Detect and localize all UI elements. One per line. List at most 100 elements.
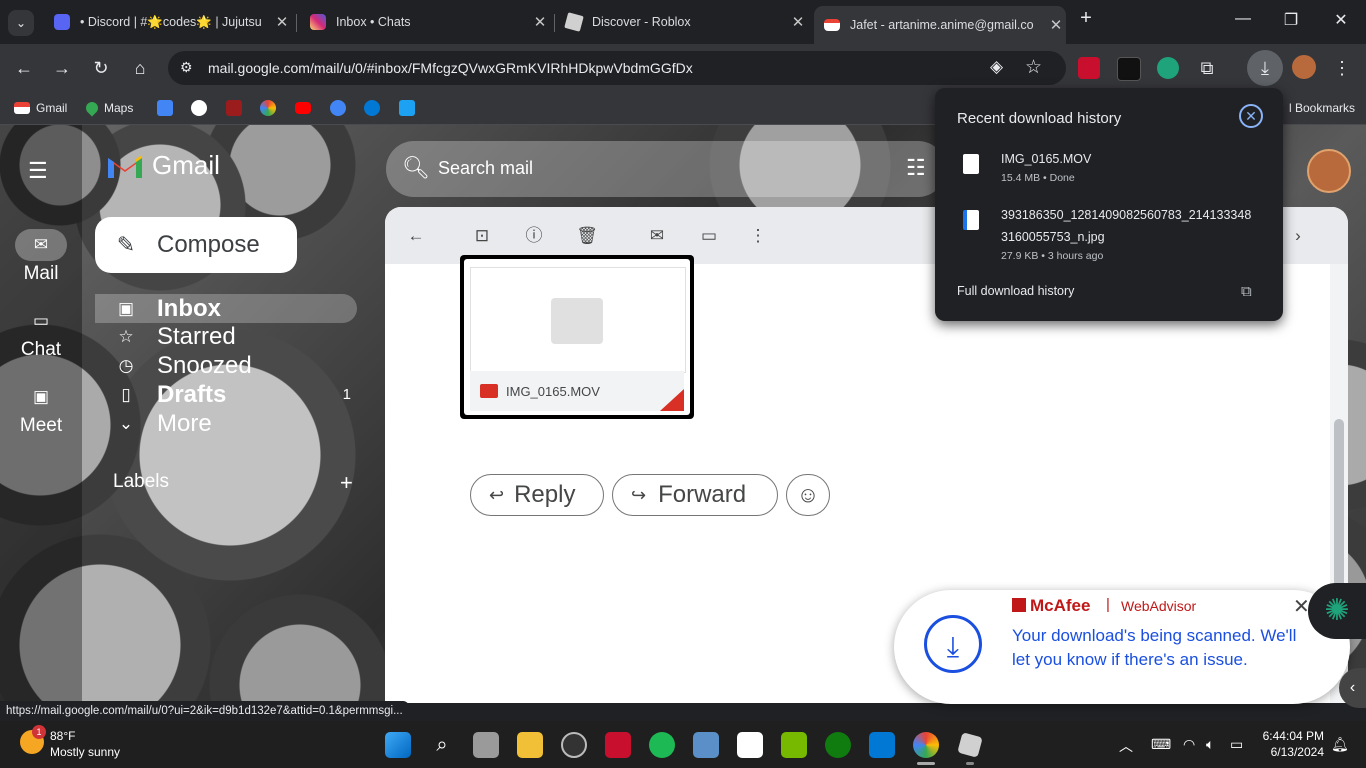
lens-icon[interactable]: ◈ bbox=[990, 57, 1003, 77]
start-windows-icon[interactable] bbox=[385, 732, 411, 758]
volume-icon[interactable]: 🔈︎ bbox=[1206, 736, 1214, 753]
defender-shield-icon[interactable] bbox=[869, 732, 895, 758]
xbox-icon[interactable] bbox=[825, 732, 851, 758]
close-window-icon[interactable]: ✕ bbox=[1326, 10, 1356, 30]
spotify-icon[interactable] bbox=[649, 732, 675, 758]
restore-icon[interactable]: ❐ bbox=[1276, 10, 1306, 30]
bookmark-maps[interactable]: Maps bbox=[83, 99, 133, 117]
download-item[interactable]: 393186350_1281409082560783_214133348 316… bbox=[957, 204, 1267, 266]
nav-drafts[interactable]: ▯ Drafts 1 bbox=[95, 380, 357, 409]
attachment-card[interactable]: IMG_0165.MOV bbox=[460, 255, 694, 419]
show-hidden-icons-icon[interactable]: ︿ bbox=[1119, 736, 1133, 756]
bookmark-app[interactable] bbox=[330, 100, 352, 116]
download-item[interactable]: IMG_0165.MOV 15.4 MB • Done bbox=[957, 148, 1267, 188]
back-to-inbox-icon[interactable]: ← bbox=[404, 224, 428, 248]
chrome-icon[interactable] bbox=[913, 732, 939, 758]
capcut-icon[interactable] bbox=[737, 732, 763, 758]
bookmark-colorful-app[interactable] bbox=[260, 100, 282, 116]
bookmark-reddit[interactable] bbox=[191, 100, 213, 116]
back-icon[interactable]: ← bbox=[12, 56, 36, 80]
bookmark-edge-app[interactable] bbox=[364, 100, 386, 116]
forward-icon[interactable]: → bbox=[50, 56, 74, 80]
search-bar[interactable]: 🔍︎ Search mail ☷ bbox=[386, 141, 946, 197]
minimize-icon[interactable]: — bbox=[1228, 10, 1258, 28]
report-spam-icon[interactable]: ⓘ bbox=[522, 224, 546, 248]
rail-mail[interactable]: ✉ Mail bbox=[0, 229, 82, 285]
home-icon[interactable]: ⌂ bbox=[128, 56, 152, 80]
tab-gmail[interactable]: Jafet - artanime.anime@gmail.co ✕ bbox=[814, 6, 1066, 44]
account-avatar[interactable] bbox=[1307, 149, 1351, 193]
archive-icon[interactable]: ⊡ bbox=[470, 224, 494, 248]
compose-button[interactable]: ✎ Compose bbox=[95, 217, 297, 273]
red-app-icon[interactable] bbox=[605, 732, 631, 758]
file-explorer-icon[interactable] bbox=[517, 732, 543, 758]
profile-avatar[interactable] bbox=[1292, 55, 1316, 79]
extensions-puzzle-icon[interactable]: ⧉ bbox=[1195, 56, 1219, 80]
reload-icon[interactable]: ↻ bbox=[89, 56, 113, 80]
close-tab-icon[interactable]: ✕ bbox=[1046, 16, 1066, 34]
search-icon[interactable]: ⌕ bbox=[429, 732, 455, 758]
search-input[interactable]: Search mail bbox=[438, 158, 533, 179]
roblox-icon[interactable] bbox=[957, 732, 983, 758]
nvidia-icon[interactable] bbox=[781, 732, 807, 758]
wifi-icon[interactable]: ◠ bbox=[1183, 736, 1195, 753]
bookmark-red-app[interactable] bbox=[226, 100, 248, 116]
bookmark-gmail[interactable]: Gmail bbox=[14, 100, 67, 116]
new-tab-icon[interactable]: + bbox=[1071, 7, 1101, 30]
rail-chat[interactable]: ▭ Chat bbox=[0, 305, 82, 361]
more-options-icon[interactable]: ⋮ bbox=[746, 224, 770, 248]
photos-icon[interactable] bbox=[693, 732, 719, 758]
search-icon[interactable]: 🔍︎ bbox=[402, 155, 430, 181]
search-options-icon[interactable]: ☷ bbox=[906, 155, 926, 181]
main-menu-icon[interactable]: ☰ bbox=[28, 158, 48, 184]
bookmark-w-app[interactable] bbox=[399, 100, 421, 116]
task-view-icon[interactable] bbox=[473, 732, 499, 758]
url-text[interactable]: mail.google.com/mail/u/0/#inbox/FMfcgzQV… bbox=[208, 60, 693, 76]
close-tab-icon[interactable]: ✕ bbox=[788, 13, 808, 31]
reply-button[interactable]: ↩ Reply bbox=[470, 474, 604, 516]
roblox-extension-icon[interactable] bbox=[1117, 57, 1141, 81]
emoji-react-button[interactable]: ☺ bbox=[786, 474, 830, 516]
nav-label: Drafts bbox=[157, 380, 227, 408]
address-bar[interactable]: ⚙ mail.google.com/mail/u/0/#inbox/FMfcgz… bbox=[168, 51, 1066, 85]
full-download-history-link[interactable]: Full download history bbox=[957, 284, 1074, 298]
tab-roblox[interactable]: Discover - Roblox ✕ bbox=[556, 6, 808, 38]
nav-inbox[interactable]: ▣ Inbox bbox=[95, 294, 357, 323]
forward-button[interactable]: ↪ Forward bbox=[612, 474, 778, 516]
tab-instagram[interactable]: Inbox • Chats ✕ bbox=[300, 6, 550, 38]
nav-more[interactable]: ⌄ More bbox=[95, 409, 357, 438]
keyboard-icon[interactable]: ⌨ bbox=[1151, 736, 1171, 753]
tab-search-icon[interactable]: ⌄ bbox=[8, 10, 34, 36]
chrome-menu-icon[interactable]: ⋮ bbox=[1330, 56, 1354, 80]
mcafee-extension-icon[interactable] bbox=[1078, 57, 1100, 79]
close-icon[interactable]: ✕ bbox=[1239, 104, 1263, 128]
move-to-icon[interactable]: ▭ bbox=[697, 224, 721, 248]
add-label-icon[interactable]: + bbox=[340, 470, 353, 496]
nav-starred[interactable]: ☆ Starred bbox=[95, 322, 357, 351]
bookmark-star-icon[interactable]: ☆ bbox=[1025, 56, 1042, 79]
clock[interactable]: 6:44:04 PM 6/13/2024 bbox=[1262, 728, 1324, 760]
all-bookmarks[interactable]: l Bookmarks bbox=[1289, 100, 1355, 116]
close-tab-icon[interactable]: ✕ bbox=[272, 13, 292, 31]
notification-bell-icon[interactable]: 🔔︎ bbox=[1331, 736, 1349, 753]
chatgpt-side-icon[interactable]: ✺ bbox=[1308, 583, 1366, 639]
video-file-icon bbox=[963, 154, 979, 174]
delete-icon[interactable]: 🗑︎ bbox=[575, 224, 599, 248]
gmail-logo[interactable]: Gmail bbox=[106, 150, 220, 181]
download-file-meta: 27.9 KB • 3 hours ago bbox=[1001, 250, 1104, 262]
chatgpt-extension-icon[interactable] bbox=[1157, 57, 1179, 79]
open-external-icon[interactable]: ⧉ bbox=[1241, 283, 1252, 300]
media-player-icon[interactable] bbox=[561, 732, 587, 758]
nav-snoozed[interactable]: ◷ Snoozed bbox=[95, 351, 357, 380]
tab-discord[interactable]: • Discord | #🌟codes🌟 | Jujutsu ✕ bbox=[44, 6, 292, 38]
close-tab-icon[interactable]: ✕ bbox=[530, 13, 550, 31]
next-message-icon[interactable]: › bbox=[1286, 224, 1310, 248]
downloads-icon[interactable]: ⤓ bbox=[1247, 50, 1283, 86]
bookmark-youtube[interactable] bbox=[295, 100, 317, 116]
battery-icon[interactable]: ▭ bbox=[1230, 736, 1243, 753]
site-info-icon[interactable]: ⚙ bbox=[180, 59, 193, 76]
bookmark-translate[interactable] bbox=[157, 100, 179, 116]
mark-unread-icon[interactable]: ✉ bbox=[645, 224, 669, 248]
nav-label: Inbox bbox=[157, 294, 221, 322]
rail-meet[interactable]: ▣ Meet bbox=[0, 381, 82, 437]
